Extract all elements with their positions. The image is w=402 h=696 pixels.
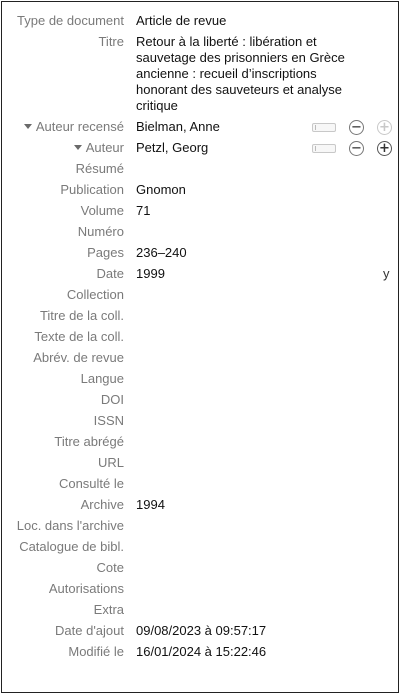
name-mode-switch-icon[interactable] — [312, 144, 336, 153]
name-mode-switch-icon[interactable] — [312, 123, 336, 132]
field-label: Type de document — [17, 13, 124, 28]
field-label: Loc. dans l'archive — [16, 518, 124, 533]
title-value[interactable]: Retour à la liberté : libération et sauv… — [136, 34, 366, 114]
field-label: Abrév. de revue — [33, 350, 124, 365]
field-label: Titre — [98, 34, 124, 49]
creator-type-menu[interactable]: Auteur recensé — [23, 119, 124, 135]
field-label: Date — [96, 266, 124, 281]
field-label: Extra — [93, 602, 124, 617]
field-label: Titre de la coll. — [39, 308, 124, 323]
volume-value[interactable]: 71 — [136, 203, 366, 219]
field-label: Catalogue de bibl. — [19, 539, 124, 554]
minus-circle-icon[interactable]: − — [349, 120, 364, 135]
item-pane: Type de document Article de revue Titre … — [1, 1, 399, 693]
field-label: Consulté le — [58, 476, 124, 491]
creator-type-menu[interactable]: Auteur — [73, 140, 124, 156]
field-label: Autorisations — [48, 581, 124, 596]
field-label: Publication — [60, 182, 124, 197]
field-label: Archive — [80, 497, 124, 512]
archive-value[interactable]: 1994 — [136, 497, 366, 513]
field-label: URL — [97, 455, 124, 470]
field-label: ISSN — [93, 413, 124, 428]
date-format-flag: y — [383, 266, 390, 281]
plus-circle-icon: + — [377, 120, 392, 135]
field-label: Résumé — [75, 161, 124, 176]
field-label: Langue — [80, 371, 124, 386]
plus-circle-icon[interactable]: + — [377, 141, 392, 156]
field-label: Numéro — [77, 224, 124, 239]
triangle-down-icon — [73, 145, 82, 150]
field-label: Collection — [66, 287, 124, 302]
pages-value[interactable]: 236–240 — [136, 245, 366, 261]
triangle-down-icon — [23, 124, 32, 129]
date-added-value: 09/08/2023 à 09:57:17 — [136, 623, 267, 638]
field-label: Volume — [80, 203, 124, 218]
date-value[interactable]: 1999 — [136, 266, 366, 282]
field-label: DOI — [100, 392, 124, 407]
date-modified-value: 16/01/2024 à 15:22:46 — [136, 644, 267, 659]
field-label: Texte de la coll. — [34, 329, 124, 344]
publication-value[interactable]: Gnomon — [136, 182, 366, 198]
field-label: Cote — [96, 560, 124, 575]
field-label: Date d'ajout — [55, 623, 124, 638]
field-label: Modifié le — [68, 644, 124, 659]
minus-circle-icon[interactable]: − — [349, 141, 364, 156]
field-label: Titre abrégé — [54, 434, 124, 449]
item-type-value[interactable]: Article de revue — [136, 13, 366, 29]
field-label: Pages — [87, 245, 124, 260]
